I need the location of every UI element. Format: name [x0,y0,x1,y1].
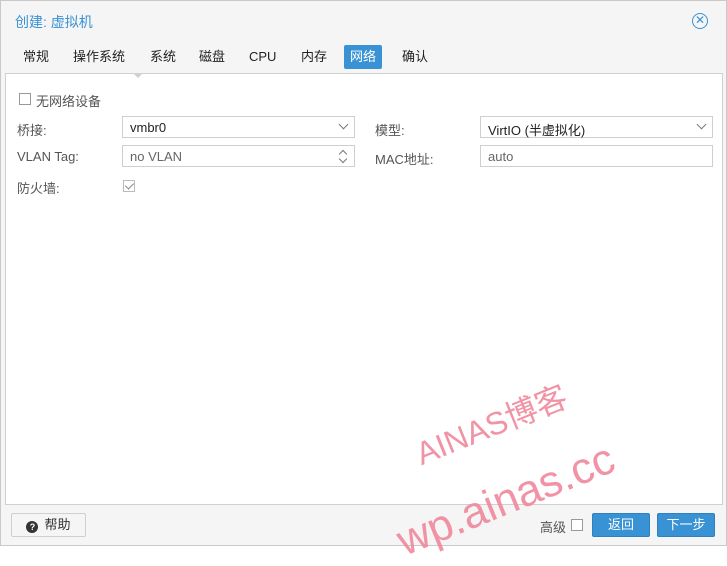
vlan-tag-input[interactable]: no VLAN [122,145,355,167]
dialog-footer: ? 帮助 高级 返回 下一步 [1,505,726,545]
close-icon[interactable]: ✕ [692,13,708,29]
model-value: VirtIO (半虚拟化) [488,123,586,138]
create-vm-dialog: 创建: 虚拟机 ✕ 常规 操作系统 系统 磁盘 CPU 内存 网络 确认 无网络… [0,0,727,546]
bridge-value: vmbr0 [130,120,167,135]
dialog-title: 创建: 虚拟机 [15,14,93,30]
back-button[interactable]: 返回 [592,513,650,537]
firewall-label: 防火墙: [17,181,60,196]
bridge-label: 桥接: [17,123,47,138]
spinner-icon[interactable] [338,148,348,164]
mac-address-input[interactable]: auto [480,145,713,167]
question-circle-icon: ? [26,521,39,533]
no-network-label: 无网络设备 [36,94,102,109]
next-button[interactable]: 下一步 [657,513,715,537]
tab-os[interactable]: 操作系统 [67,45,131,69]
chevron-down-icon[interactable] [696,119,707,130]
bridge-select[interactable]: vmbr0 [122,116,355,138]
vlan-tag-label: VLAN Tag: [17,149,79,164]
advanced-label: 高级 [540,520,567,535]
dialog-titlebar: 创建: 虚拟机 ✕ [1,1,726,41]
tab-bar: 常规 操作系统 系统 磁盘 CPU 内存 网络 确认 [1,41,726,73]
tab-confirm[interactable]: 确认 [396,45,434,69]
mac-address-value: auto [488,149,514,164]
mac-address-label: MAC地址: [375,152,434,167]
help-button-label: 帮助 [44,517,71,532]
tab-memory[interactable]: 内存 [295,45,333,69]
tab-general[interactable]: 常规 [17,45,55,69]
network-panel: 无网络设备 桥接: vmbr0 VLAN Tag: no VLAN 防火墙: 模… [5,73,723,505]
tab-network[interactable]: 网络 [344,45,383,69]
tab-cpu[interactable]: CPU [243,45,282,69]
model-label: 模型: [375,123,405,138]
vlan-tag-value: no VLAN [130,149,183,164]
tab-system[interactable]: 系统 [144,45,182,69]
no-network-checkbox[interactable] [19,93,31,105]
help-button[interactable]: ? 帮助 [11,513,86,537]
checkmark-icon [124,180,135,190]
tab-disk[interactable]: 磁盘 [193,45,231,69]
active-tab-pointer [133,73,143,78]
chevron-down-icon[interactable] [338,119,349,130]
model-select[interactable]: VirtIO (半虚拟化) [480,116,713,138]
advanced-checkbox[interactable] [571,519,583,531]
firewall-checkbox[interactable] [123,180,135,192]
